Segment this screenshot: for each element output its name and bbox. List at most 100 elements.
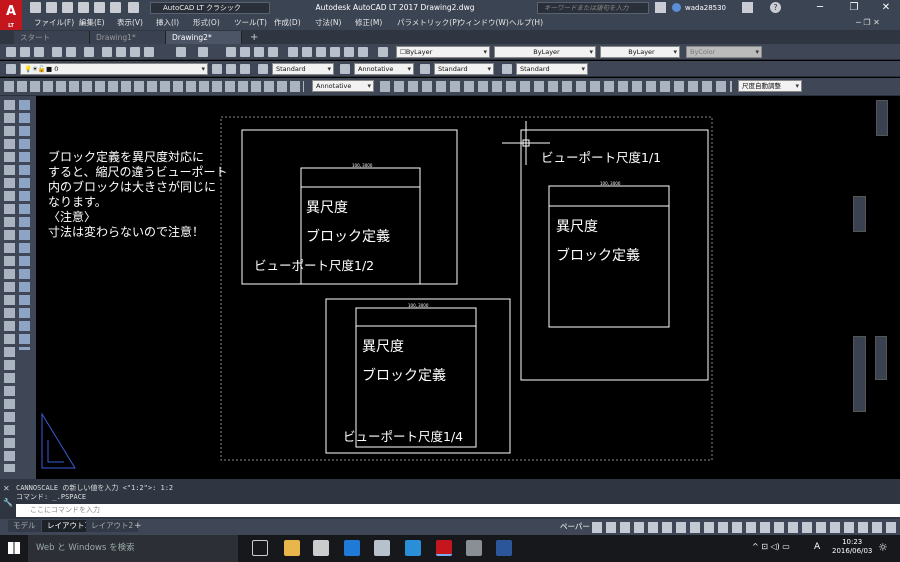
properties-icon[interactable]	[288, 47, 298, 57]
table-style-dropdown[interactable]: Standard	[434, 63, 494, 75]
dim-style-icon[interactable]	[340, 64, 350, 74]
tray-icons[interactable]: ^ ⊡ ◁) ▭	[752, 542, 790, 551]
maximize-button[interactable]: ❐	[842, 0, 866, 16]
color-dropdown[interactable]: ☐ByLayer	[396, 46, 490, 58]
media-icon[interactable]	[374, 540, 390, 556]
print-icon[interactable]	[94, 2, 105, 13]
menu-tools[interactable]: ツール(T)	[234, 16, 267, 30]
copy-icon[interactable]	[116, 47, 126, 57]
palette-strip-mid[interactable]	[853, 196, 866, 232]
new-tab-button[interactable]: +	[250, 31, 258, 44]
word-icon[interactable]	[496, 540, 512, 556]
status-bar-tools[interactable]	[592, 522, 897, 533]
text-style-dropdown[interactable]: Standard	[272, 63, 334, 75]
designcenter-icon[interactable]	[302, 47, 312, 57]
undo-icon[interactable]	[110, 2, 121, 13]
app-menu-button[interactable]: A LT	[0, 0, 22, 30]
palette-strip-top[interactable]	[876, 100, 888, 136]
save-icon[interactable]	[62, 2, 73, 13]
workspace-dropdown[interactable]: AutoCAD LT クラシック	[150, 2, 270, 14]
layer-dropdown[interactable]: 💡☀🔓■ 0	[20, 63, 208, 75]
close-button[interactable]: ✕	[874, 0, 898, 16]
tab-start[interactable]: スタート	[14, 31, 90, 44]
menu-format[interactable]: 形式(O)	[193, 16, 220, 30]
modify-tools-icon-row[interactable]	[380, 81, 732, 92]
menu-modify[interactable]: 修正(M)	[355, 16, 382, 30]
properties-palette-tab[interactable]	[875, 336, 887, 380]
text-style-icon[interactable]	[258, 64, 268, 74]
layer-properties-icon[interactable]	[6, 64, 16, 74]
autocad-taskbar-icon[interactable]	[436, 540, 452, 556]
edge-icon[interactable]	[344, 540, 360, 556]
cut-icon[interactable]	[102, 47, 112, 57]
search-input[interactable]: キーワードまたは語句を入力	[537, 2, 649, 14]
publish-icon[interactable]	[84, 47, 94, 57]
menu-draw[interactable]: 作成(D)	[274, 16, 301, 30]
command-input[interactable]: ここにコマンドを入力	[16, 504, 900, 517]
sheetset-icon[interactable]	[330, 47, 340, 57]
paste-icon[interactable]	[130, 47, 140, 57]
menu-file[interactable]: ファイル(F)	[34, 16, 74, 30]
zoom-realtime-icon[interactable]	[240, 47, 250, 57]
command-settings-icon[interactable]: 🔧	[3, 498, 13, 507]
redo-icon[interactable]	[128, 2, 139, 13]
mleader-style-icon[interactable]	[502, 64, 512, 74]
user-name[interactable]: wada28530	[685, 2, 726, 14]
saveas-icon[interactable]	[78, 2, 89, 13]
store-icon[interactable]	[313, 540, 329, 556]
app-taskbar-icon[interactable]	[466, 540, 482, 556]
open-file-icon[interactable]	[20, 47, 30, 57]
open-icon[interactable]	[46, 2, 57, 13]
annotation-dim-dropdown[interactable]: Annotative	[312, 80, 374, 92]
mleader-style-dropdown[interactable]: Standard	[516, 63, 588, 75]
taskbar-search[interactable]: Web と Windows を検索	[28, 535, 238, 562]
menu-insert[interactable]: 挿入(I)	[156, 16, 179, 30]
linetype-dropdown[interactable]: ByLayer	[494, 46, 596, 58]
modify-toolbar-icons[interactable]	[19, 100, 30, 350]
matchprop-icon[interactable]	[144, 47, 154, 57]
help-tb-icon[interactable]	[378, 47, 388, 57]
ime-indicator[interactable]: A	[814, 542, 820, 552]
layer-state-icon[interactable]	[240, 64, 250, 74]
dim-style-dropdown[interactable]: Annotative	[354, 63, 414, 75]
help-icon[interactable]: ?	[770, 2, 781, 13]
draw-tools-icon-row[interactable]	[4, 81, 304, 92]
taskbar-clock[interactable]: 10:23 2016/06/03	[832, 538, 872, 556]
layer-previous-icon[interactable]	[226, 64, 236, 74]
table-style-icon[interactable]	[420, 64, 430, 74]
doc-window-controls[interactable]: ─ ❐ ✕	[856, 16, 880, 30]
tab-layout2[interactable]: レイアウト2	[86, 520, 139, 532]
pan-icon[interactable]	[226, 47, 236, 57]
menu-parametric[interactable]: パラメトリック(P)	[397, 16, 460, 30]
binoculars-icon[interactable]	[655, 2, 666, 13]
calculator-icon[interactable]	[358, 47, 368, 57]
save-file-icon[interactable]	[34, 47, 44, 57]
task-view-icon[interactable]	[252, 540, 268, 556]
zoom-window-icon[interactable]	[254, 47, 264, 57]
plot-icon[interactable]	[52, 47, 62, 57]
menu-help[interactable]: ヘルプ(H)	[509, 16, 543, 30]
scale-dropdown[interactable]: 尺度自動調整	[738, 80, 802, 92]
make-current-icon[interactable]	[212, 64, 222, 74]
minimize-button[interactable]: ─	[808, 0, 832, 16]
lineweight-dropdown[interactable]: ByLayer	[600, 46, 680, 58]
tab-drawing2[interactable]: Drawing2*	[166, 31, 242, 44]
menu-edit[interactable]: 編集(E)	[79, 16, 105, 30]
command-close-icon[interactable]: ✕	[3, 484, 10, 493]
preview-icon[interactable]	[66, 47, 76, 57]
draw-toolbar-icons[interactable]	[4, 100, 15, 472]
menu-view[interactable]: 表示(V)	[117, 16, 143, 30]
notification-icon[interactable]: ☼	[878, 541, 888, 554]
toolpalette-icon[interactable]	[316, 47, 326, 57]
windows-start-icon[interactable]	[8, 542, 20, 554]
zoom-previous-icon[interactable]	[268, 47, 278, 57]
undo-tb-icon[interactable]	[176, 47, 186, 57]
new-icon[interactable]	[30, 2, 41, 13]
menu-window[interactable]: ウィンドウ(W)	[458, 16, 509, 30]
add-layout-button[interactable]: +	[134, 520, 142, 532]
qnew-icon[interactable]	[6, 47, 16, 57]
markup-icon[interactable]	[344, 47, 354, 57]
layer-properties-palette-tab[interactable]	[853, 336, 866, 412]
exchange-icon[interactable]	[742, 2, 753, 13]
explorer-icon[interactable]	[284, 540, 300, 556]
